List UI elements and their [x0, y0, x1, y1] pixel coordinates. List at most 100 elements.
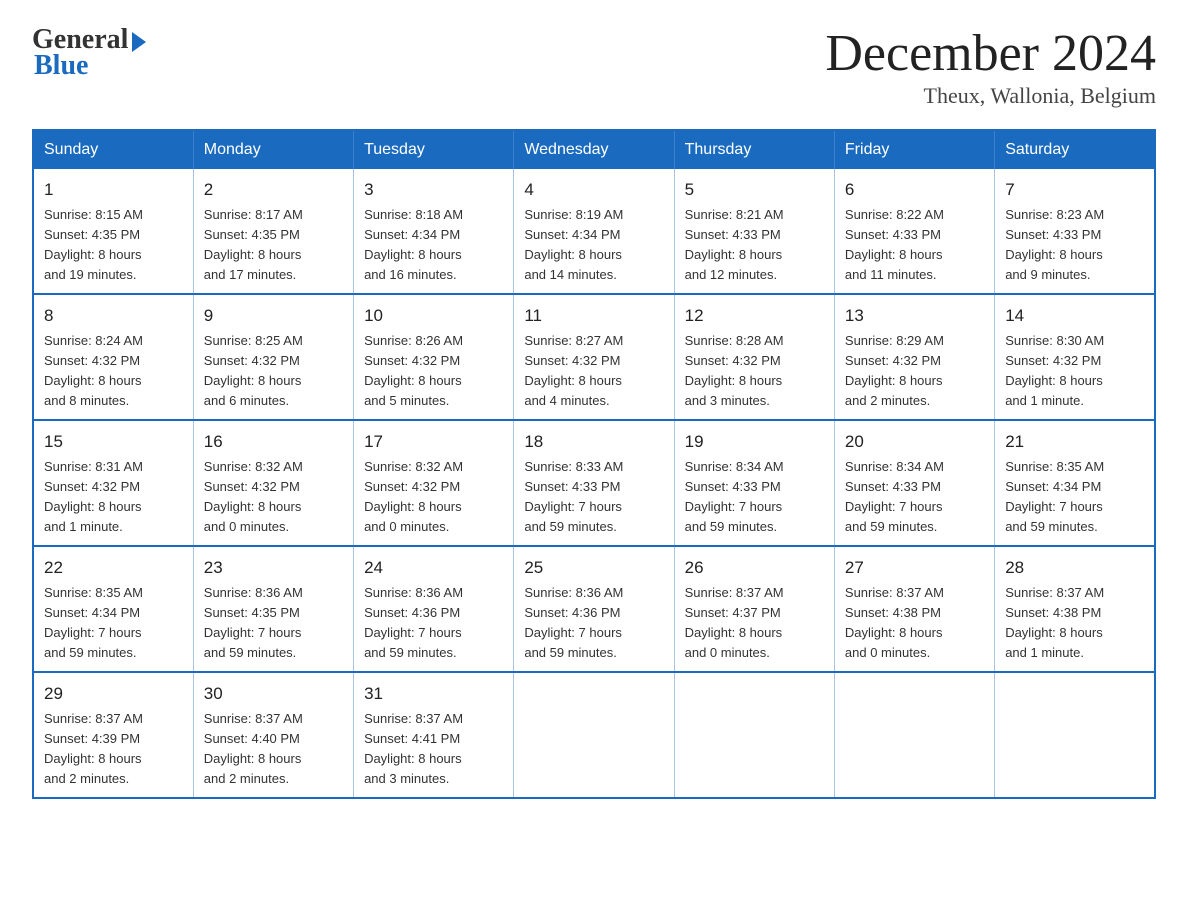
day-number: 2 — [204, 177, 343, 203]
day-number: 13 — [845, 303, 984, 329]
day-number: 18 — [524, 429, 663, 455]
day-info: Sunrise: 8:19 AM Sunset: 4:34 PM Dayligh… — [524, 205, 663, 286]
day-number: 3 — [364, 177, 503, 203]
calendar-cell: 20Sunrise: 8:34 AM Sunset: 4:33 PM Dayli… — [834, 420, 994, 546]
calendar-cell: 17Sunrise: 8:32 AM Sunset: 4:32 PM Dayli… — [354, 420, 514, 546]
day-number: 20 — [845, 429, 984, 455]
calendar-cell: 2Sunrise: 8:17 AM Sunset: 4:35 PM Daylig… — [193, 169, 353, 294]
day-info: Sunrise: 8:34 AM Sunset: 4:33 PM Dayligh… — [845, 457, 984, 538]
day-number: 21 — [1005, 429, 1144, 455]
column-header-sunday: Sunday — [33, 130, 193, 169]
day-number: 31 — [364, 681, 503, 707]
calendar-cell: 8Sunrise: 8:24 AM Sunset: 4:32 PM Daylig… — [33, 294, 193, 420]
calendar-cell: 30Sunrise: 8:37 AM Sunset: 4:40 PM Dayli… — [193, 672, 353, 798]
calendar-cell: 18Sunrise: 8:33 AM Sunset: 4:33 PM Dayli… — [514, 420, 674, 546]
day-number: 12 — [685, 303, 824, 329]
day-number: 4 — [524, 177, 663, 203]
calendar-cell: 19Sunrise: 8:34 AM Sunset: 4:33 PM Dayli… — [674, 420, 834, 546]
title-area: December 2024 Theux, Wallonia, Belgium — [825, 24, 1156, 109]
day-number: 29 — [44, 681, 183, 707]
day-info: Sunrise: 8:25 AM Sunset: 4:32 PM Dayligh… — [204, 331, 343, 412]
calendar-cell: 21Sunrise: 8:35 AM Sunset: 4:34 PM Dayli… — [995, 420, 1155, 546]
day-info: Sunrise: 8:24 AM Sunset: 4:32 PM Dayligh… — [44, 331, 183, 412]
day-info: Sunrise: 8:35 AM Sunset: 4:34 PM Dayligh… — [1005, 457, 1144, 538]
calendar-cell: 11Sunrise: 8:27 AM Sunset: 4:32 PM Dayli… — [514, 294, 674, 420]
day-info: Sunrise: 8:21 AM Sunset: 4:33 PM Dayligh… — [685, 205, 824, 286]
column-header-wednesday: Wednesday — [514, 130, 674, 169]
calendar-cell: 23Sunrise: 8:36 AM Sunset: 4:35 PM Dayli… — [193, 546, 353, 672]
day-number: 25 — [524, 555, 663, 581]
column-header-monday: Monday — [193, 130, 353, 169]
day-info: Sunrise: 8:15 AM Sunset: 4:35 PM Dayligh… — [44, 205, 183, 286]
calendar-cell: 15Sunrise: 8:31 AM Sunset: 4:32 PM Dayli… — [33, 420, 193, 546]
calendar-cell: 22Sunrise: 8:35 AM Sunset: 4:34 PM Dayli… — [33, 546, 193, 672]
day-number: 10 — [364, 303, 503, 329]
day-number: 9 — [204, 303, 343, 329]
day-number: 1 — [44, 177, 183, 203]
calendar-week-row: 29Sunrise: 8:37 AM Sunset: 4:39 PM Dayli… — [33, 672, 1155, 798]
day-info: Sunrise: 8:18 AM Sunset: 4:34 PM Dayligh… — [364, 205, 503, 286]
day-number: 26 — [685, 555, 824, 581]
day-info: Sunrise: 8:31 AM Sunset: 4:32 PM Dayligh… — [44, 457, 183, 538]
day-info: Sunrise: 8:26 AM Sunset: 4:32 PM Dayligh… — [364, 331, 503, 412]
day-number: 8 — [44, 303, 183, 329]
calendar-cell: 25Sunrise: 8:36 AM Sunset: 4:36 PM Dayli… — [514, 546, 674, 672]
calendar-cell: 12Sunrise: 8:28 AM Sunset: 4:32 PM Dayli… — [674, 294, 834, 420]
day-number: 24 — [364, 555, 503, 581]
column-header-thursday: Thursday — [674, 130, 834, 169]
day-info: Sunrise: 8:32 AM Sunset: 4:32 PM Dayligh… — [364, 457, 503, 538]
calendar-cell: 3Sunrise: 8:18 AM Sunset: 4:34 PM Daylig… — [354, 169, 514, 294]
day-number: 17 — [364, 429, 503, 455]
logo-arrow-icon — [132, 32, 146, 52]
day-info: Sunrise: 8:34 AM Sunset: 4:33 PM Dayligh… — [685, 457, 824, 538]
day-info: Sunrise: 8:37 AM Sunset: 4:41 PM Dayligh… — [364, 709, 503, 790]
calendar-cell: 24Sunrise: 8:36 AM Sunset: 4:36 PM Dayli… — [354, 546, 514, 672]
calendar-header-row: SundayMondayTuesdayWednesdayThursdayFrid… — [33, 130, 1155, 169]
day-info: Sunrise: 8:30 AM Sunset: 4:32 PM Dayligh… — [1005, 331, 1144, 412]
day-info: Sunrise: 8:32 AM Sunset: 4:32 PM Dayligh… — [204, 457, 343, 538]
day-info: Sunrise: 8:22 AM Sunset: 4:33 PM Dayligh… — [845, 205, 984, 286]
day-number: 19 — [685, 429, 824, 455]
day-number: 28 — [1005, 555, 1144, 581]
logo: General Blue — [32, 24, 146, 82]
day-number: 5 — [685, 177, 824, 203]
calendar-cell — [674, 672, 834, 798]
day-info: Sunrise: 8:36 AM Sunset: 4:35 PM Dayligh… — [204, 583, 343, 664]
day-number: 16 — [204, 429, 343, 455]
day-number: 6 — [845, 177, 984, 203]
calendar-cell: 7Sunrise: 8:23 AM Sunset: 4:33 PM Daylig… — [995, 169, 1155, 294]
calendar-cell: 16Sunrise: 8:32 AM Sunset: 4:32 PM Dayli… — [193, 420, 353, 546]
calendar-cell: 26Sunrise: 8:37 AM Sunset: 4:37 PM Dayli… — [674, 546, 834, 672]
calendar-cell: 5Sunrise: 8:21 AM Sunset: 4:33 PM Daylig… — [674, 169, 834, 294]
day-info: Sunrise: 8:37 AM Sunset: 4:38 PM Dayligh… — [1005, 583, 1144, 664]
calendar-cell: 10Sunrise: 8:26 AM Sunset: 4:32 PM Dayli… — [354, 294, 514, 420]
logo-blue-text: Blue — [34, 50, 88, 82]
calendar-week-row: 8Sunrise: 8:24 AM Sunset: 4:32 PM Daylig… — [33, 294, 1155, 420]
day-info: Sunrise: 8:33 AM Sunset: 4:33 PM Dayligh… — [524, 457, 663, 538]
day-info: Sunrise: 8:37 AM Sunset: 4:40 PM Dayligh… — [204, 709, 343, 790]
day-info: Sunrise: 8:29 AM Sunset: 4:32 PM Dayligh… — [845, 331, 984, 412]
calendar-cell: 4Sunrise: 8:19 AM Sunset: 4:34 PM Daylig… — [514, 169, 674, 294]
day-number: 22 — [44, 555, 183, 581]
day-number: 14 — [1005, 303, 1144, 329]
month-title: December 2024 — [825, 24, 1156, 83]
calendar-week-row: 15Sunrise: 8:31 AM Sunset: 4:32 PM Dayli… — [33, 420, 1155, 546]
calendar-cell: 29Sunrise: 8:37 AM Sunset: 4:39 PM Dayli… — [33, 672, 193, 798]
day-info: Sunrise: 8:28 AM Sunset: 4:32 PM Dayligh… — [685, 331, 824, 412]
day-info: Sunrise: 8:37 AM Sunset: 4:37 PM Dayligh… — [685, 583, 824, 664]
location-subtitle: Theux, Wallonia, Belgium — [825, 83, 1156, 109]
calendar-cell: 9Sunrise: 8:25 AM Sunset: 4:32 PM Daylig… — [193, 294, 353, 420]
day-number: 7 — [1005, 177, 1144, 203]
day-info: Sunrise: 8:27 AM Sunset: 4:32 PM Dayligh… — [524, 331, 663, 412]
day-number: 15 — [44, 429, 183, 455]
calendar-cell: 28Sunrise: 8:37 AM Sunset: 4:38 PM Dayli… — [995, 546, 1155, 672]
day-info: Sunrise: 8:17 AM Sunset: 4:35 PM Dayligh… — [204, 205, 343, 286]
column-header-tuesday: Tuesday — [354, 130, 514, 169]
day-info: Sunrise: 8:23 AM Sunset: 4:33 PM Dayligh… — [1005, 205, 1144, 286]
day-info: Sunrise: 8:37 AM Sunset: 4:39 PM Dayligh… — [44, 709, 183, 790]
day-number: 30 — [204, 681, 343, 707]
calendar-cell: 6Sunrise: 8:22 AM Sunset: 4:33 PM Daylig… — [834, 169, 994, 294]
day-info: Sunrise: 8:36 AM Sunset: 4:36 PM Dayligh… — [364, 583, 503, 664]
calendar-cell: 13Sunrise: 8:29 AM Sunset: 4:32 PM Dayli… — [834, 294, 994, 420]
column-header-saturday: Saturday — [995, 130, 1155, 169]
